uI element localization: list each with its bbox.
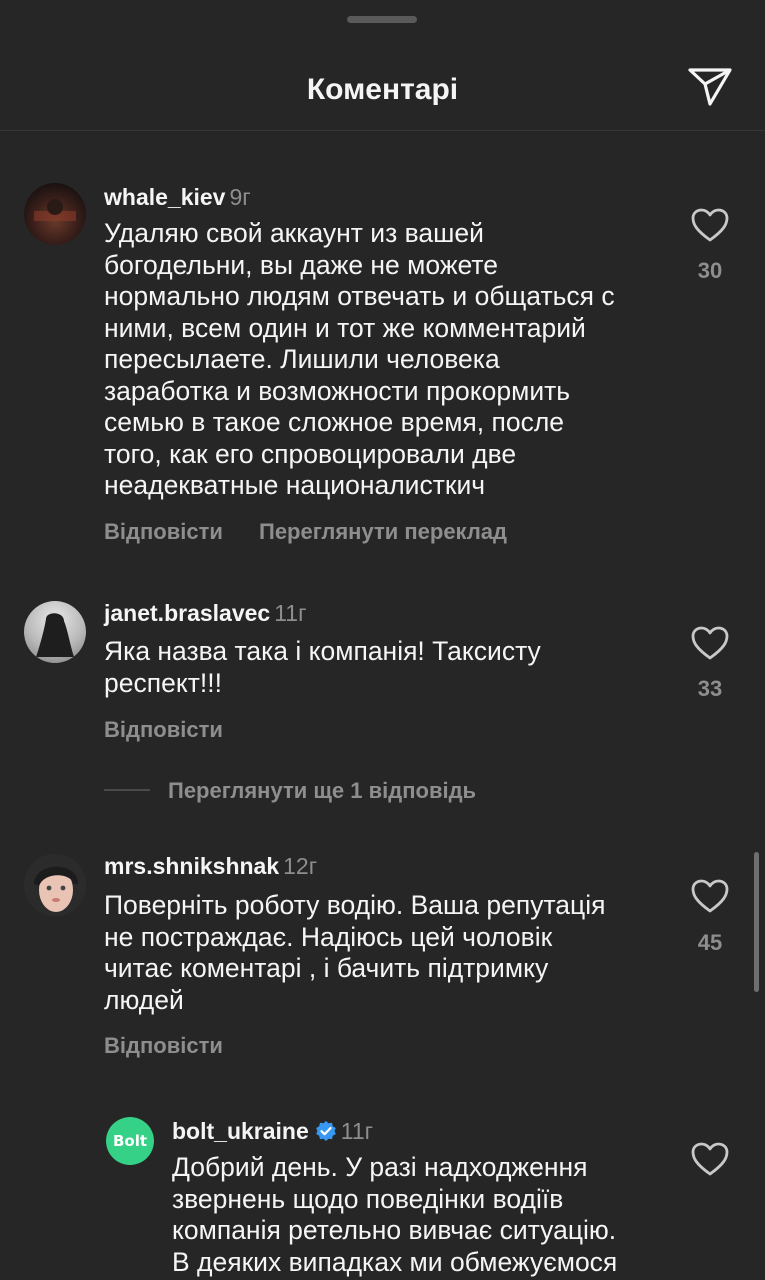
comments-header: Коментарі xyxy=(0,40,765,131)
comment-username[interactable]: janet.braslavec xyxy=(104,600,270,626)
avatar[interactable] xyxy=(24,183,86,245)
heart-icon[interactable] xyxy=(690,878,730,914)
view-more-replies-label: Переглянути ще 1 відповідь xyxy=(168,778,477,803)
comment-time: 11г xyxy=(274,600,307,626)
comment-text: Поверніть роботу водію. Ваша репутація н… xyxy=(104,890,606,1015)
bolt-logo-avatar[interactable]: Bolt xyxy=(106,1117,154,1165)
divider-line xyxy=(104,789,150,791)
reply-text: Добрий день. У разі надходження звернень… xyxy=(172,1152,618,1277)
reply-button[interactable]: Відповісти xyxy=(104,1033,223,1058)
avatar[interactable] xyxy=(24,601,86,663)
like-count: 45 xyxy=(697,930,723,955)
reply-button[interactable]: Відповісти xyxy=(104,717,223,742)
scrollbar[interactable] xyxy=(754,852,759,992)
heart-icon[interactable] xyxy=(690,1141,730,1177)
page-title: Коментарі xyxy=(306,73,459,106)
comment-username[interactable]: whale_kiev xyxy=(104,184,225,210)
comment-time: 9г xyxy=(229,184,251,210)
see-translation-button[interactable]: Переглянути переклад xyxy=(259,519,507,544)
reply-time: 11г xyxy=(340,1118,374,1144)
reply-button[interactable]: Відповісти xyxy=(104,519,223,544)
heart-icon[interactable] xyxy=(690,207,730,243)
verified-badge-icon xyxy=(315,1121,336,1141)
reply-username[interactable]: bolt_ukraine xyxy=(172,1118,309,1144)
like-count: 30 xyxy=(697,258,723,283)
like-count: 33 xyxy=(697,676,723,701)
comment-text: Удаляю свой аккаунт из вашей богодельни,… xyxy=(104,218,615,500)
avatar[interactable] xyxy=(24,854,86,916)
share-send-icon[interactable] xyxy=(686,64,734,108)
comment-time: 12г xyxy=(283,853,318,879)
comment-text: Яка назва така і компанія! Таксисту респ… xyxy=(104,636,541,698)
heart-icon[interactable] xyxy=(690,625,730,661)
comment-username[interactable]: mrs.shnikshnak xyxy=(104,853,279,879)
drag-handle[interactable] xyxy=(347,16,417,23)
